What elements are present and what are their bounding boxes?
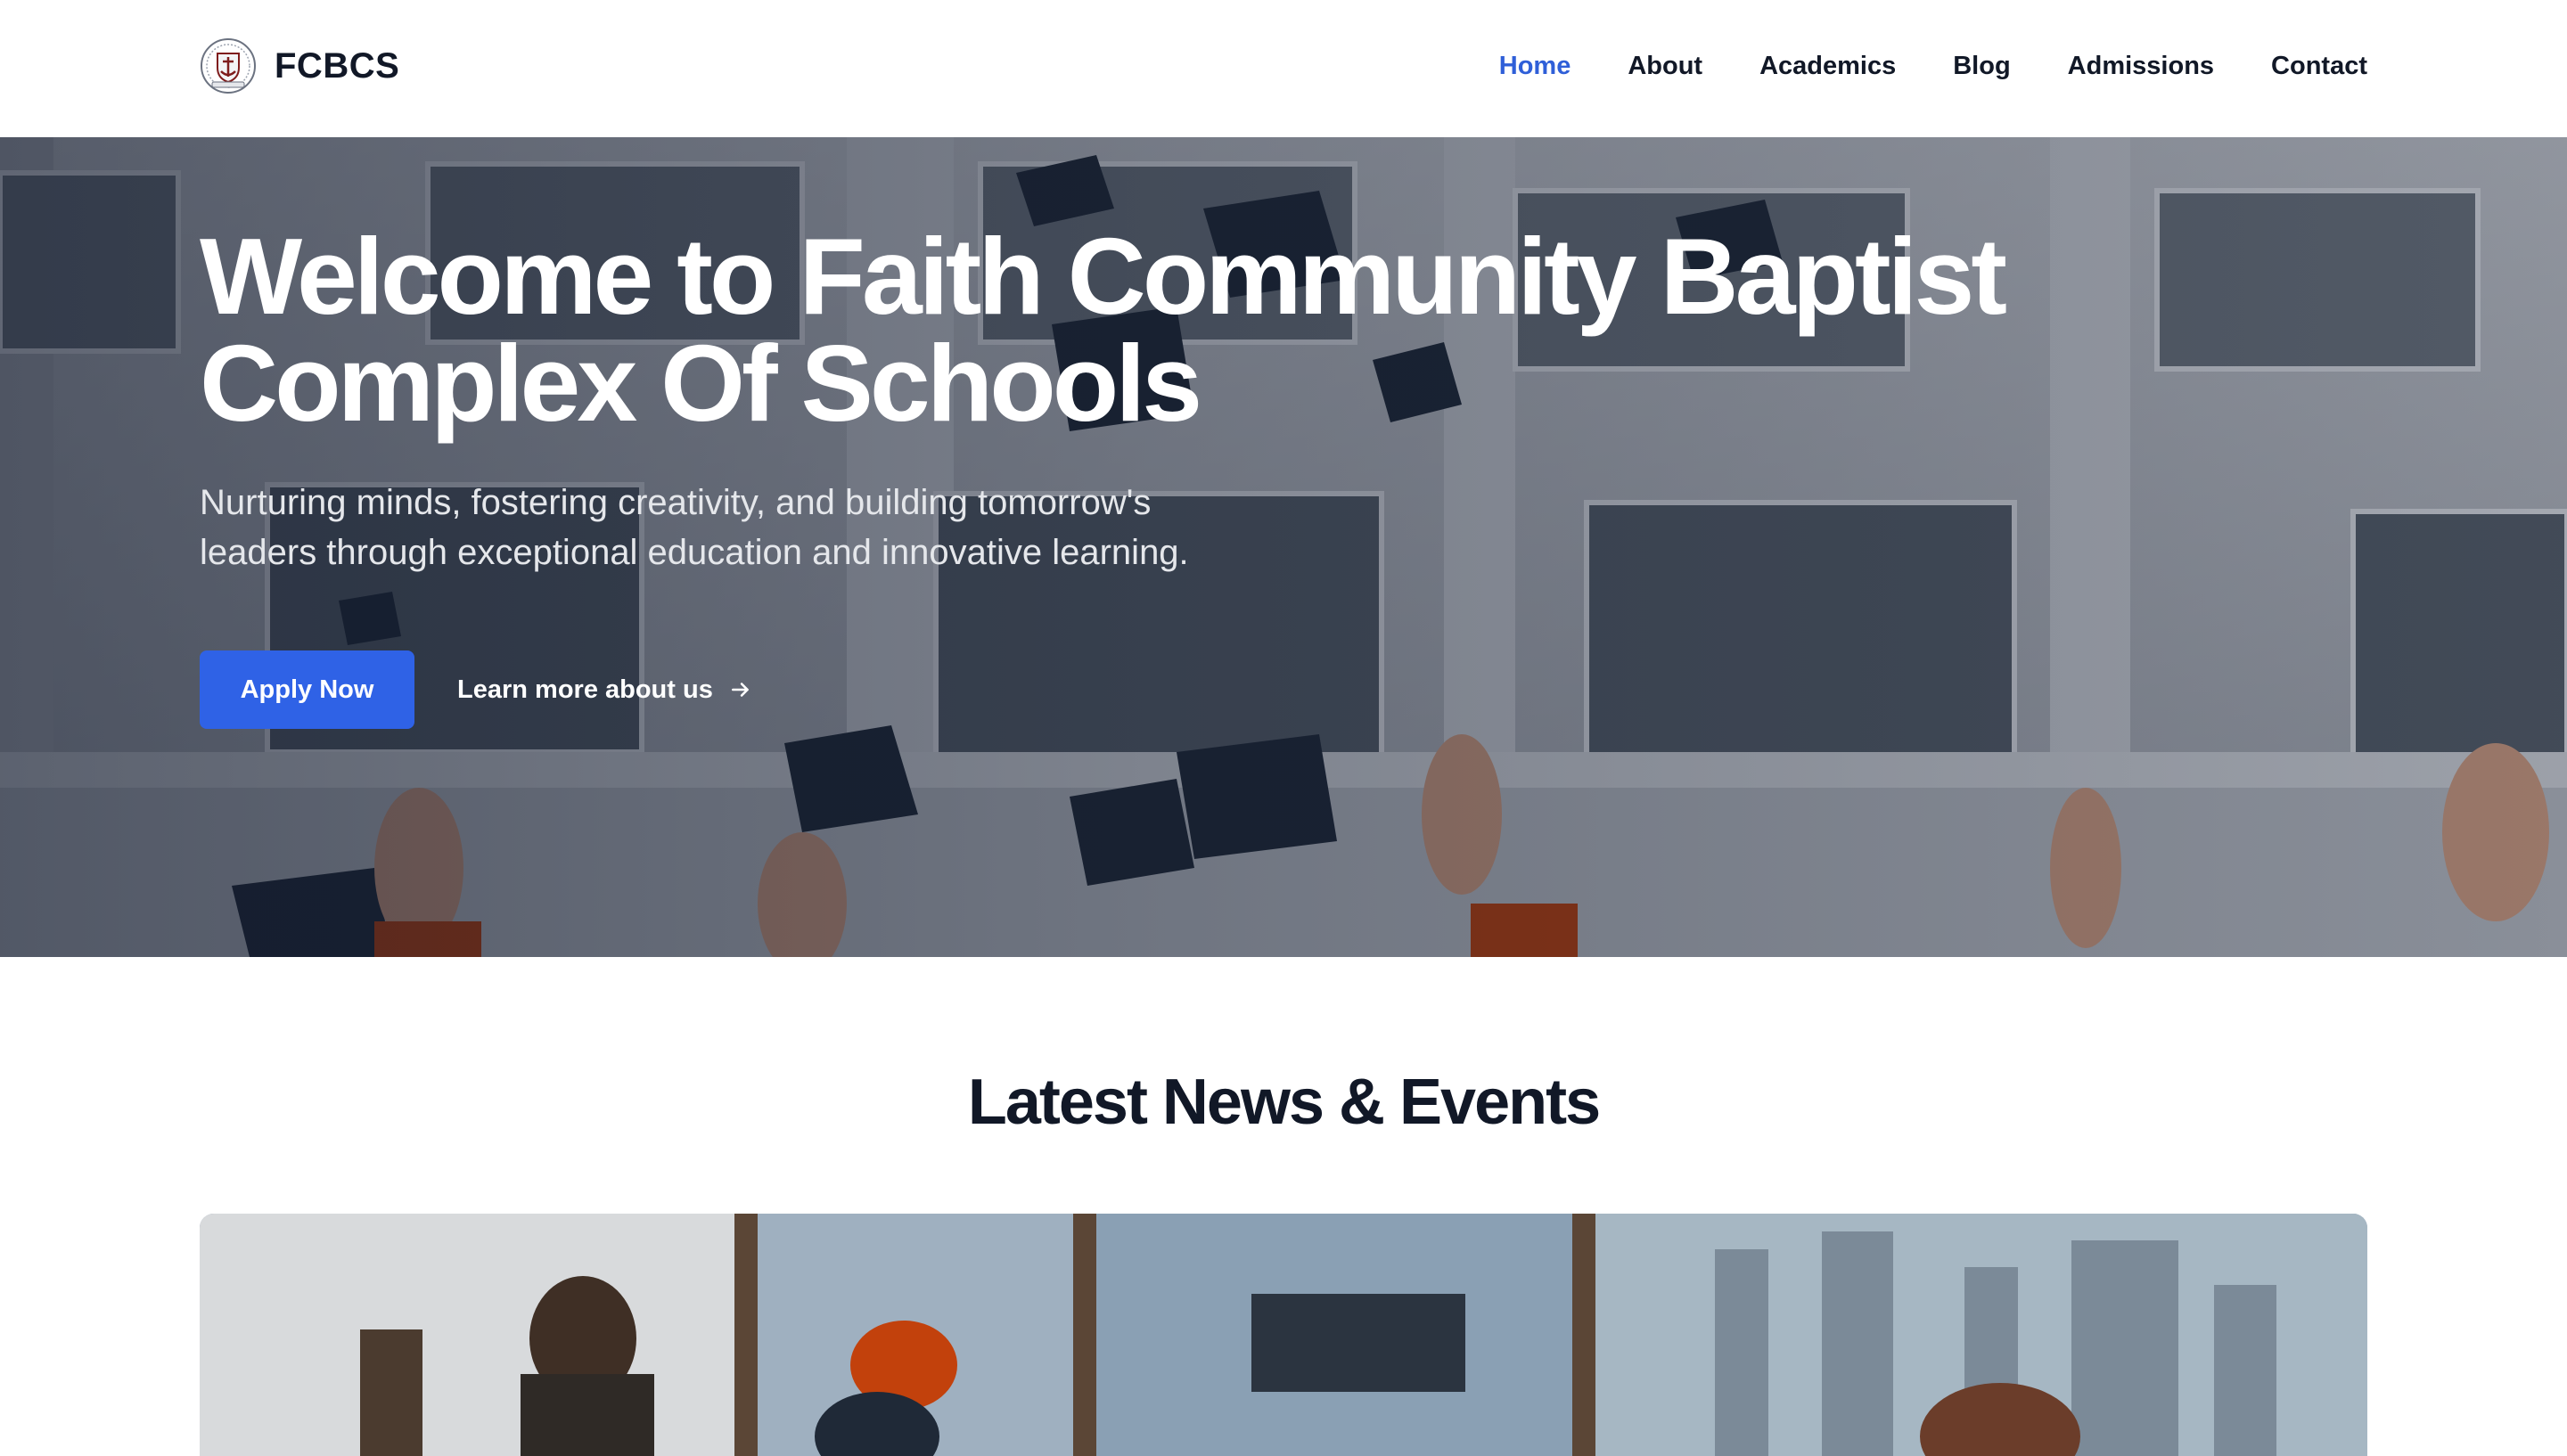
nav-contact[interactable]: Contact xyxy=(2271,52,2367,81)
news-photo xyxy=(200,1214,2367,1456)
school-crest-icon xyxy=(201,38,256,94)
nav-blog[interactable]: Blog xyxy=(1953,52,2010,81)
apply-now-button[interactable]: Apply Now xyxy=(200,650,414,729)
main-nav: Home About Academics Blog Admissions Con… xyxy=(1499,45,2367,87)
hero-title: Welcome to Faith Community Baptist Compl… xyxy=(200,216,2007,444)
hero-section: Welcome to Faith Community Baptist Compl… xyxy=(0,137,2567,957)
news-section-title: Latest News & Events xyxy=(967,1067,1601,1138)
nav-academics[interactable]: Academics xyxy=(1759,52,1896,81)
brand-name: FCBCS xyxy=(275,45,400,86)
hero-subtitle: Nurturing minds, fostering creativity, a… xyxy=(200,483,1189,572)
news-card-image[interactable] xyxy=(200,1214,2367,1456)
arrow-right-icon xyxy=(731,683,749,697)
learn-more-label: Learn more about us xyxy=(457,675,713,704)
nav-home[interactable]: Home xyxy=(1499,52,1571,81)
site-header: FCBCS Home About Academics Blog Admissio… xyxy=(0,0,2567,137)
learn-more-link[interactable]: Learn more about us xyxy=(457,668,752,711)
nav-admissions[interactable]: Admissions xyxy=(2068,52,2214,81)
brand[interactable]: FCBCS xyxy=(200,34,399,98)
nav-about[interactable]: About xyxy=(1628,52,1702,81)
